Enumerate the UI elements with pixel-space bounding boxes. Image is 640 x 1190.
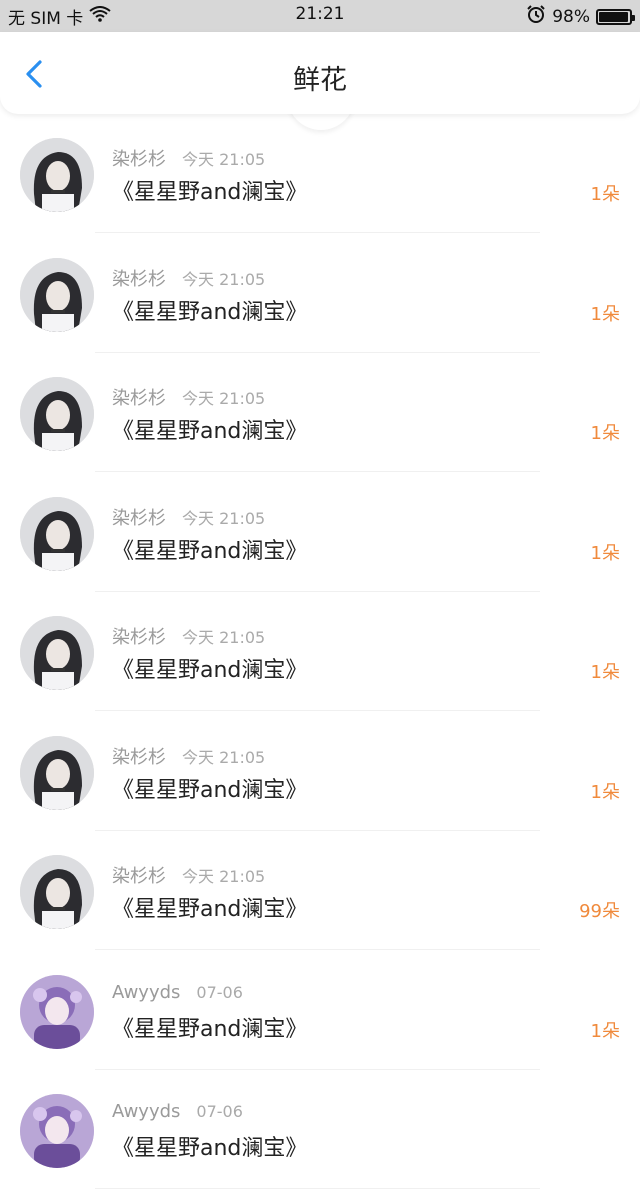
list-item[interactable]: 染杉杉 今天 21:05 《星星野and澜宝》 1朵: [0, 353, 640, 473]
timestamp: 今天 21:05: [182, 150, 266, 169]
user-line: 染杉杉 今天 21:05: [112, 265, 265, 291]
user-line: 染杉杉 今天 21:05: [112, 384, 265, 410]
username[interactable]: Awyyds: [112, 982, 180, 1003]
timestamp: 今天 21:05: [182, 747, 266, 767]
username[interactable]: 染杉杉: [112, 149, 166, 170]
work-title: 《星星野and澜宝》: [112, 777, 308, 803]
timestamp: 07-06: [196, 982, 243, 1002]
username[interactable]: 染杉杉: [112, 747, 166, 768]
list-item[interactable]: 染杉杉 今天 21:05 《星星野and澜宝》 1朵: [0, 473, 640, 593]
timestamp: 07-06: [196, 1102, 243, 1121]
timestamp: 今天 21:05: [182, 508, 266, 528]
work-title: 《星星野and澜宝》: [112, 419, 308, 444]
nav-bar: 鲜花: [0, 32, 640, 114]
list-item[interactable]: 染杉杉 今天 21:05 《星星野and澜宝》 1朵: [0, 234, 640, 354]
user-line: Awyyds 07-06: [112, 1101, 243, 1122]
list-item[interactable]: 染杉杉 今天 21:05 《星星野and澜宝》 99朵: [0, 831, 640, 951]
flower-count: 1朵: [590, 781, 620, 803]
work-title: 《星星野and澜宝》: [112, 897, 308, 922]
timestamp: 今天 21:05: [182, 867, 266, 886]
user-line: 染杉杉 今天 21:05: [112, 504, 265, 530]
avatar[interactable]: [20, 377, 94, 451]
user-line: Awyyds 07-06: [112, 982, 243, 1003]
list-item[interactable]: 染杉杉 今天 21:05 《星星野and澜宝》 1朵: [0, 114, 640, 234]
avatar[interactable]: [20, 138, 94, 212]
work-title: 《星星野and澜宝》: [112, 180, 308, 205]
list-item[interactable]: Awyyds 07-06 《星星野and澜宝》: [0, 1070, 640, 1190]
flower-gift-list: 染杉杉 今天 21:05 《星星野and澜宝》 1朵 染杉杉 今天 21:05 《星星野an…: [0, 114, 640, 1190]
username[interactable]: 染杉杉: [112, 508, 166, 529]
list-item[interactable]: 染杉杉 今天 21:05 《星星野and澜宝》 1朵: [0, 712, 640, 832]
username[interactable]: 染杉杉: [112, 627, 166, 648]
flower-count: 1朵: [590, 1020, 620, 1042]
work-title: 《星星野and澜宝》: [112, 1016, 308, 1042]
timestamp: 今天 21:05: [182, 628, 266, 647]
work-title: 《星星野and澜宝》: [112, 658, 308, 683]
username[interactable]: 染杉杉: [112, 388, 166, 409]
user-line: 染杉杉 今天 21:05: [112, 623, 265, 649]
battery-fill: [599, 11, 629, 22]
username[interactable]: 染杉杉: [112, 269, 166, 290]
status-bar: 无 SIM 卡 21:21 98%: [0, 0, 640, 32]
user-line: 染杉杉 今天 21:05: [112, 145, 265, 171]
avatar[interactable]: [20, 855, 94, 929]
username[interactable]: 染杉杉: [112, 866, 166, 887]
timestamp: 今天 21:05: [182, 269, 266, 289]
list-item[interactable]: Awyyds 07-06 《星星野and澜宝》 1朵: [0, 951, 640, 1071]
work-title: 《星星野and澜宝》: [112, 1136, 308, 1161]
battery-icon: [596, 8, 635, 25]
avatar[interactable]: [20, 257, 94, 332]
user-line: 染杉杉 今天 21:05: [112, 862, 265, 888]
username[interactable]: Awyyds: [112, 1101, 180, 1122]
avatar[interactable]: [20, 1094, 94, 1168]
avatar[interactable]: [20, 974, 94, 1049]
status-right: 98%: [526, 4, 635, 29]
avatar[interactable]: [20, 496, 94, 571]
user-line: 染杉杉 今天 21:05: [112, 743, 265, 769]
flower-count: 1朵: [590, 542, 620, 564]
battery-percent: 98%: [552, 6, 590, 27]
list-item[interactable]: 染杉杉 今天 21:05 《星星野and澜宝》 1朵: [0, 592, 640, 712]
flower-count: 1朵: [590, 662, 620, 683]
avatar[interactable]: [20, 735, 94, 810]
alarm-icon: [526, 4, 546, 29]
flower-count: 99朵: [579, 901, 620, 922]
page-title: 鲜花: [293, 65, 347, 96]
avatar[interactable]: [20, 616, 94, 690]
flower-count: 1朵: [590, 184, 620, 205]
timestamp: 今天 21:05: [182, 389, 266, 408]
divider: [95, 1188, 540, 1189]
flower-count: 1朵: [590, 423, 620, 444]
work-title: 《星星野and澜宝》: [112, 538, 308, 564]
work-title: 《星星野and澜宝》: [112, 299, 308, 325]
flower-count: 1朵: [590, 303, 620, 325]
